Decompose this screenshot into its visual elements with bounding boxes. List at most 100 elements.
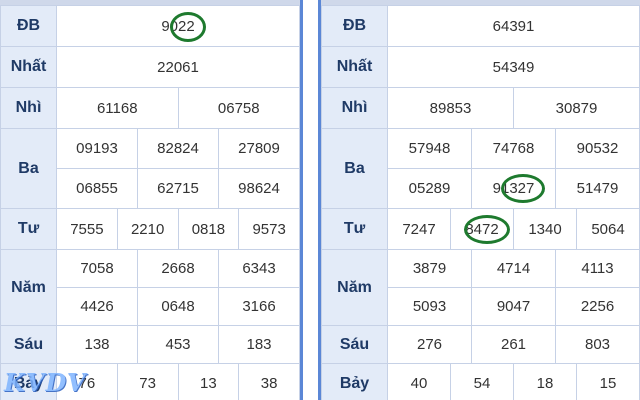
label-db: ĐB (321, 5, 388, 47)
prize-bay-4: 15 (576, 363, 640, 400)
prize-tu-1: 7555 (56, 208, 118, 250)
prize-bay-2: 73 (116, 363, 179, 400)
prize-nam-1: 3879 (387, 249, 472, 288)
prize-ba-5-circled-text: 327 (509, 180, 535, 197)
row-tu: Tư 7247 8472 1340 5064 (321, 208, 640, 250)
prize-tu-3: 1340 (513, 208, 577, 250)
row-nhat: Nhất 54349 (321, 46, 640, 88)
prize-sau-3: 183 (218, 325, 300, 364)
prize-bay-3: 18 (513, 363, 577, 400)
prize-nam-5: 0648 (137, 287, 219, 326)
label-nhat: Nhất (321, 46, 388, 88)
prize-nam-4: 5093 (387, 287, 472, 326)
prize-nhi-1: 61168 (56, 87, 179, 129)
prize-ba-6: 51479 (555, 168, 640, 209)
prize-db-circled-text: 22 (178, 17, 195, 35)
row-nhat: Nhất 22061 (0, 46, 300, 88)
prize-nhi-2: 30879 (513, 87, 640, 129)
prize-nhat: 22061 (56, 46, 300, 88)
prize-nam-5: 9047 (471, 287, 556, 326)
prize-db-circled: 22 (170, 11, 206, 42)
prize-db-left: 9022 (56, 5, 300, 47)
prize-db-number: 9022 (161, 11, 206, 42)
prize-tu-3: 0818 (177, 208, 240, 250)
prize-ba-1: 57948 (387, 128, 472, 169)
prize-tu-2-circled: 472 (463, 214, 510, 244)
prize-nhat: 54349 (387, 46, 640, 88)
panel-gap (303, 0, 318, 400)
label-nam: Năm (0, 249, 57, 326)
prize-nam-1: 7058 (56, 249, 138, 288)
prize-nhi-1: 89853 (387, 87, 514, 129)
label-bay: Bảy (321, 363, 388, 400)
prize-nam-3: 4113 (555, 249, 640, 288)
prize-tu-1: 7247 (387, 208, 451, 250)
row-nam-1: Năm 3879 4714 4113 (321, 249, 640, 326)
prize-db-right: 64391 (387, 5, 640, 47)
row-bay: Bảy 40 54 18 15 (321, 363, 640, 400)
label-ba: Ba (0, 128, 57, 209)
label-nam: Năm (321, 249, 388, 326)
row-ba-1: Ba 09193 82824 27809 (0, 128, 300, 209)
prize-ba-4: 05289 (387, 168, 472, 209)
prize-tu-2-prefix: 8 (465, 220, 474, 238)
prize-ba-5: 91327 (471, 168, 556, 209)
label-tu: Tư (321, 208, 388, 250)
row-nam-1: Năm 7058 2668 6343 (0, 249, 300, 326)
row-sau: Sáu 138 453 183 (0, 325, 300, 364)
prize-tu-4: 9573 (238, 208, 300, 250)
results-panel-right: ĐB 64391 Nhất 54349 Nhì 89853 30879 Ba 5… (318, 0, 640, 400)
prize-bay-2: 54 (450, 363, 514, 400)
row-dac-biet: ĐB 64391 (321, 5, 640, 47)
row-tu: Tư 7555 2210 0818 9573 (0, 208, 300, 250)
prize-ba-5: 62715 (137, 168, 219, 209)
label-nhi: Nhì (321, 87, 388, 129)
label-sau: Sáu (0, 325, 57, 364)
prize-ba-6: 98624 (218, 168, 300, 209)
label-db: ĐB (0, 5, 57, 47)
prize-tu-2: 8472 (450, 208, 514, 250)
prize-sau-2: 261 (471, 325, 556, 364)
prize-ba-5-prefix: 91 (492, 180, 510, 197)
prize-tu-2: 2210 (116, 208, 179, 250)
prize-sau-2: 453 (137, 325, 219, 364)
prize-sau-3: 803 (555, 325, 640, 364)
prize-nhi-2: 06758 (177, 87, 300, 129)
label-nhat: Nhất (0, 46, 57, 88)
prize-bay-1: 40 (387, 363, 451, 400)
row-sau: Sáu 276 261 803 (321, 325, 640, 364)
prize-nam-2: 2668 (137, 249, 219, 288)
prize-db-prefix: 90 (161, 17, 178, 35)
prize-ba-4: 06855 (56, 168, 138, 209)
prize-tu-4: 5064 (576, 208, 640, 250)
prize-nam-2: 4714 (471, 249, 556, 288)
results-table-right: ĐB 64391 Nhất 54349 Nhì 89853 30879 Ba 5… (321, 5, 640, 400)
prize-tu-2-circled-text: 472 (473, 220, 499, 238)
prize-nam-6: 2256 (555, 287, 640, 326)
prize-sau-1: 276 (387, 325, 472, 364)
prize-ba-2: 74768 (471, 128, 556, 169)
watermark-logo: KVDV (4, 368, 87, 397)
label-tu: Tư (0, 208, 57, 250)
results-table-left: ĐB 9022 Nhất 22061 Nhì 61168 06758 Ba 09… (0, 5, 300, 400)
row-nhi: Nhì 89853 30879 (321, 87, 640, 129)
results-panel-left: ĐB 9022 Nhất 22061 Nhì 61168 06758 Ba 09… (0, 0, 303, 400)
prize-ba-5-circled: 327 (501, 174, 546, 203)
prize-ba-3: 27809 (218, 128, 300, 169)
prize-ba-3: 90532 (555, 128, 640, 169)
prize-ba-2: 82824 (137, 128, 219, 169)
label-ba: Ba (321, 128, 388, 209)
prize-bay-3: 13 (177, 363, 240, 400)
prize-nam-3: 6343 (218, 249, 300, 288)
prize-sau-1: 138 (56, 325, 138, 364)
prize-nam-6: 3166 (218, 287, 300, 326)
row-dac-biet: ĐB 9022 (0, 5, 300, 47)
label-nhi: Nhì (0, 87, 57, 129)
prize-ba-5-number: 91327 (492, 174, 546, 203)
prize-tu-2-number: 8472 (463, 214, 510, 244)
label-sau: Sáu (321, 325, 388, 364)
row-ba-1: Ba 57948 74768 90532 (321, 128, 640, 209)
prize-nam-4: 4426 (56, 287, 138, 326)
prize-bay-4: 38 (238, 363, 300, 400)
prize-ba-1: 09193 (56, 128, 138, 169)
